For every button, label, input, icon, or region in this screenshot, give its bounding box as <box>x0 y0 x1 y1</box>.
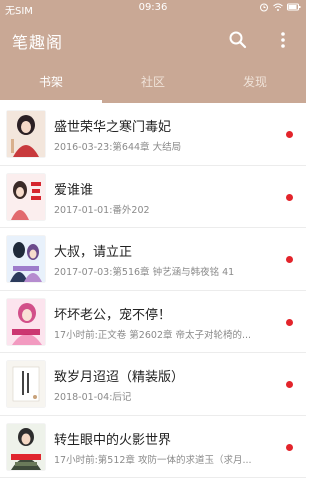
tab-bookshelf[interactable]: 书架 <box>0 63 102 103</box>
tab-discover[interactable]: 发现 <box>204 63 306 103</box>
tab-community[interactable]: 社区 <box>102 63 204 103</box>
book-row[interactable]: 坏坏老公，宠不停！ 17小时前:正文卷 第2602章 帝太子对轮椅的... <box>0 290 306 353</box>
search-icon[interactable] <box>228 30 248 50</box>
app-bar: 笔趣阁 <box>0 17 306 63</box>
book-latest-chapter: 2017-07-03:第516章 钟艺涵与韩夜铭 41 <box>54 267 235 278</box>
book-title: 大叔，请立正 <box>54 245 133 260</box>
unread-dot-icon <box>286 131 293 138</box>
book-latest-chapter: 17小时前:第512章 攻防一体的求道玉（求月... <box>54 454 252 466</box>
unread-dot-icon <box>286 443 293 451</box>
wifi-icon <box>273 3 283 11</box>
book-list: 盛世荣华之寒门毒妃 2016-03-23:第644章 大结局 爱谁谁 2017-… <box>0 103 306 478</box>
unread-dot-icon <box>286 381 293 388</box>
book-title: 盛世荣华之寒门毒妃 <box>54 120 172 135</box>
status-icons <box>259 2 301 12</box>
tab-bar: 书架 社区 发现 <box>0 63 306 103</box>
book-cover <box>7 236 45 282</box>
app-title: 笔趣阁 <box>12 33 64 52</box>
book-title: 转生眼中的火影世界 <box>54 432 172 448</box>
book-latest-chapter: 2017-01-01:番外202 <box>54 204 150 216</box>
book-cover <box>7 423 45 470</box>
book-latest-chapter: 17小时前:正文卷 第2602章 帝太子对轮椅的... <box>54 329 252 341</box>
unread-dot-icon <box>286 318 293 326</box>
book-title: 坏坏老公，宠不停！ <box>54 307 172 323</box>
battery-icon <box>287 3 301 11</box>
book-row[interactable]: 爱谁谁 2017-01-01:番外202 <box>0 165 306 228</box>
unread-dot-icon <box>286 256 293 263</box>
book-cover <box>7 298 45 345</box>
book-row[interactable]: 盛世荣华之寒门毒妃 2016-03-23:第644章 大结局 <box>0 103 306 166</box>
alarm-icon <box>260 3 268 12</box>
book-cover <box>7 361 45 407</box>
book-latest-chapter: 2018-01-04:后记 <box>54 392 132 403</box>
unread-dot-icon <box>286 193 293 201</box>
book-cover <box>7 111 45 157</box>
book-cover <box>7 173 45 220</box>
book-title: 爱谁谁 <box>54 182 94 198</box>
book-row[interactable]: 致岁月迢迢（精装版） 2018-01-04:后记 <box>0 353 306 416</box>
book-row[interactable]: 转生眼中的火影世界 17小时前:第512章 攻防一体的求道玉（求月... <box>0 415 306 478</box>
more-vert-icon[interactable] <box>276 29 290 51</box>
book-row[interactable]: 大叔，请立正 2017-07-03:第516章 钟艺涵与韩夜铭 41 <box>0 228 306 291</box>
book-title: 致岁月迢迢（精装版） <box>54 370 185 385</box>
status-bar: 无SIM 09:36 <box>0 0 306 17</box>
book-latest-chapter: 2016-03-23:第644章 大结局 <box>54 142 182 153</box>
